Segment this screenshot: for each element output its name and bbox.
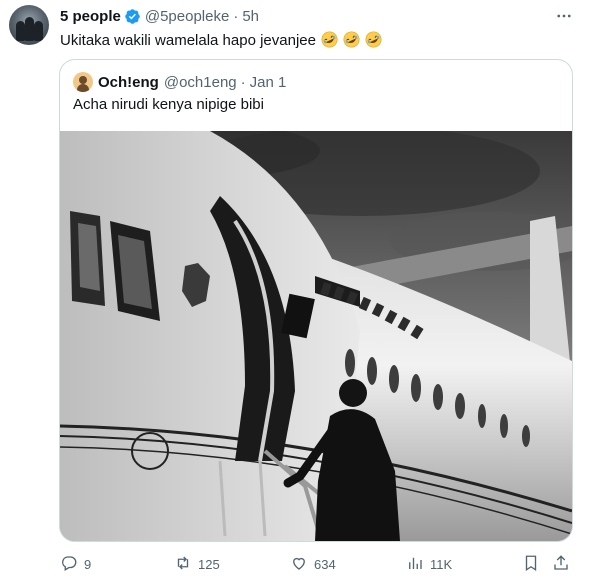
reply-count: 9 [84,556,92,572]
share-button[interactable] [552,553,576,575]
more-options-icon[interactable] [553,7,575,25]
bookmark-icon [522,554,546,575]
share-icon [552,554,576,575]
quoted-tweet-text: Acha nirudi kenya nipige bibi [73,96,264,113]
laughing-emoji-icon [321,31,338,48]
views-count: 11K [430,556,453,572]
author-name[interactable]: 5 people [60,8,121,25]
repost-count: 125 [198,556,220,572]
quoted-tweet-header: Och!eng @och1eng · Jan 1 [73,72,286,92]
reply-button[interactable]: 9 [60,553,91,575]
airplane-boarding-photo[interactable] [60,131,572,541]
tweet-header: 5 people @5peopleke · 5h [60,8,259,25]
quoted-author-avatar [73,72,93,92]
tweet-text: Ukitaka wakili wamelala hapo jevanjee [60,31,382,51]
repost-icon [174,554,198,575]
views-chart-icon [406,554,430,575]
quoted-header-separator: · [240,73,246,91]
quoted-tweet[interactable]: Och!eng @och1eng · Jan 1 Acha nirudi ken… [59,59,573,542]
repost-button[interactable]: 125 [174,553,220,575]
reply-icon [60,554,84,575]
laughing-emoji-icon [343,31,360,48]
bookmark-button[interactable] [522,553,546,575]
author-handle[interactable]: @5peopleke [145,8,229,25]
like-count: 634 [314,556,336,572]
quoted-tweet-date: Jan 1 [249,73,287,91]
laughing-emoji-icon [365,31,382,48]
author-avatar[interactable] [9,5,49,45]
tweet-timestamp[interactable]: 5h [242,8,259,25]
like-button[interactable]: 634 [290,553,336,575]
header-separator: · [233,8,239,25]
tweet-actions: 9 125 634 11K [60,553,572,575]
verified-badge-icon [124,8,141,25]
views-button[interactable]: 11K [406,553,452,575]
heart-icon [290,554,314,575]
quoted-author-name: Och!eng [98,73,159,91]
tweet-text-body: Ukitaka wakili wamelala hapo jevanjee [60,32,316,49]
quoted-author-handle: @och1eng [163,73,237,91]
